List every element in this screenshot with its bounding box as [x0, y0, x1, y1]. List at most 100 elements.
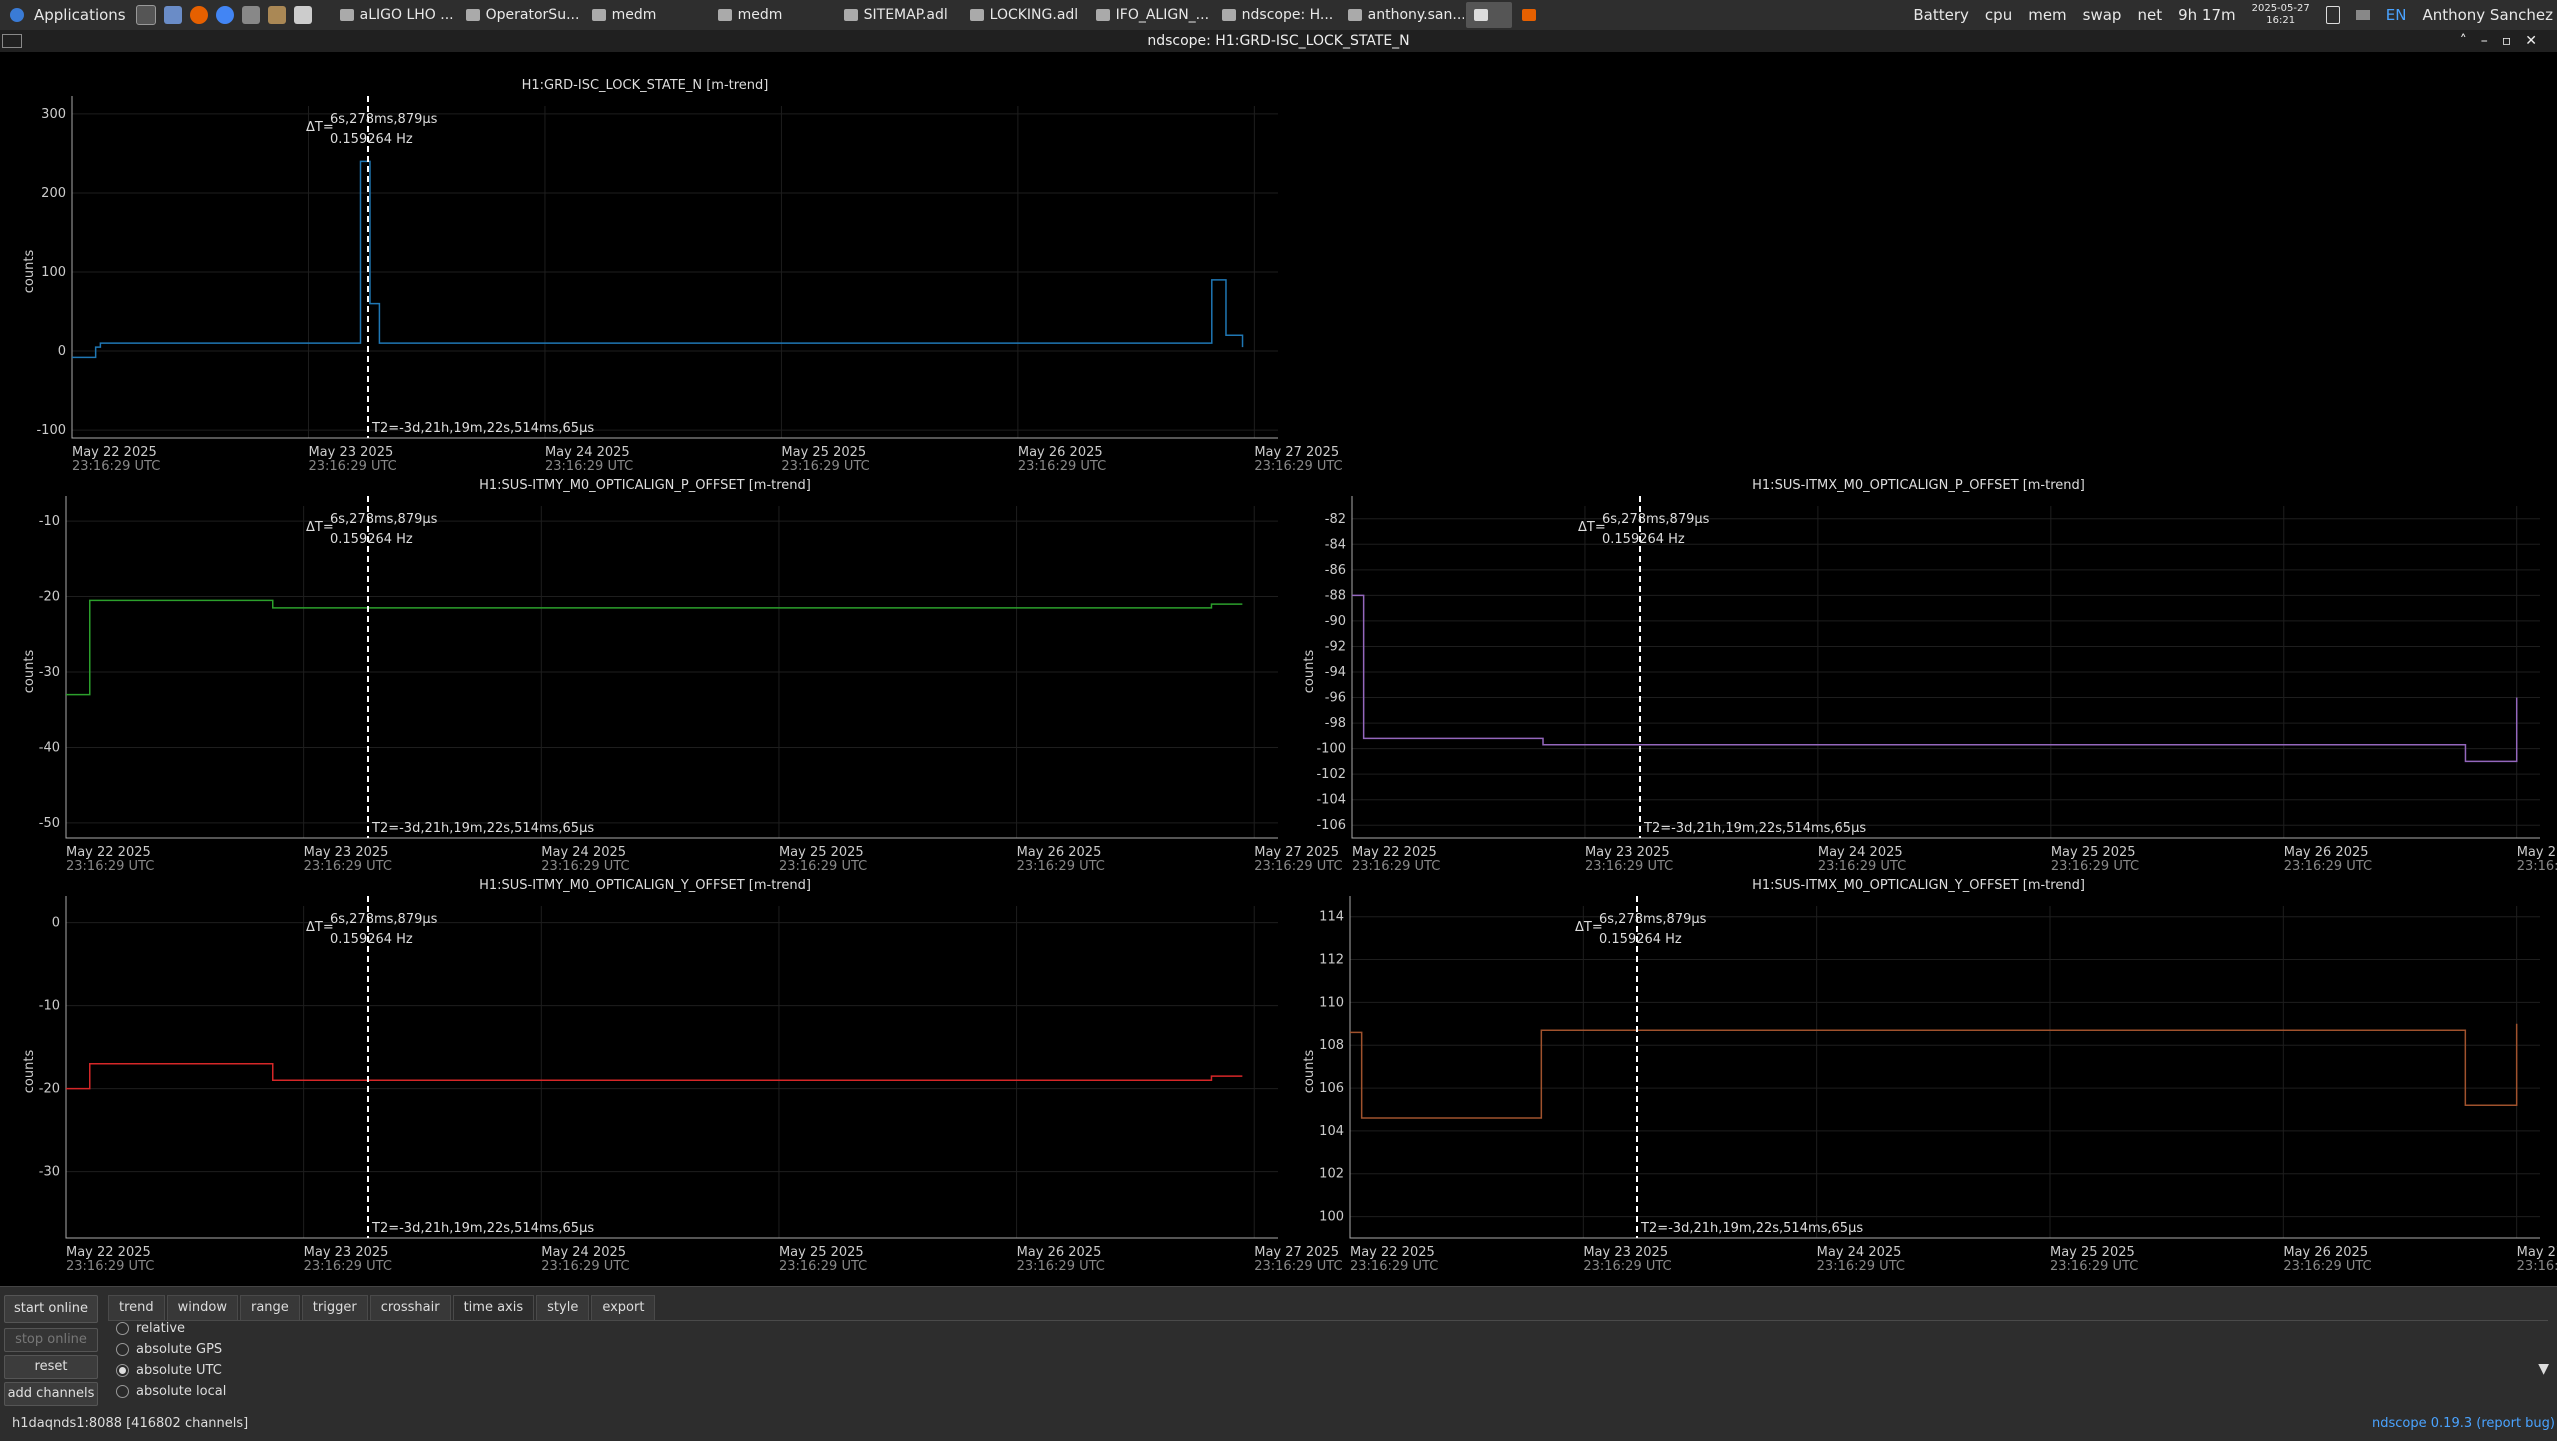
version-name[interactable]: ndscope	[2372, 1416, 2427, 1431]
taskbar-task[interactable]: IFO_ALIGN_...	[1088, 2, 1212, 28]
swap-indicator[interactable]: swap	[2083, 6, 2122, 24]
plot-2[interactable]: H1:SUS-ITMX_M0_OPTICALIGN_P_OFFSET [m-tr…	[1280, 478, 2557, 878]
stop-online-button[interactable]: stop online	[4, 1328, 98, 1352]
tab-crosshair[interactable]: crosshair	[369, 1295, 451, 1321]
tab-trigger[interactable]: trigger	[301, 1295, 368, 1321]
plot-3[interactable]: H1:SUS-ITMY_M0_OPTICALIGN_Y_OFFSET [m-tr…	[0, 878, 1343, 1278]
lang-indicator[interactable]: EN	[2386, 6, 2407, 24]
user-name[interactable]: Anthony Sanchez	[2422, 6, 2553, 24]
y-tick-label: -98	[1325, 716, 1346, 731]
y-tick-label: -106	[1316, 818, 1346, 833]
firefox-task-button[interactable]	[1514, 2, 1560, 28]
series-line	[1350, 1023, 2518, 1119]
radio-indicator[interactable]	[116, 1385, 129, 1398]
browser-icon[interactable]	[215, 6, 234, 24]
x-tick-date: May 24 2025	[1817, 1245, 1902, 1260]
tab-style[interactable]: style	[536, 1295, 590, 1321]
cpu-indicator[interactable]: cpu	[1985, 6, 2012, 24]
x-tick-time: 23:16:29 UTC	[1350, 1259, 1438, 1274]
radio-indicator[interactable]	[116, 1364, 129, 1377]
radio-label: absolute GPS	[136, 1342, 223, 1357]
people-icon[interactable]	[267, 6, 286, 24]
tab-export[interactable]: export	[591, 1295, 656, 1321]
network-icon[interactable]	[2355, 10, 2370, 20]
radio-absolute-local[interactable]: absolute local	[116, 1384, 226, 1399]
radio-indicator[interactable]	[116, 1343, 129, 1356]
y-tick-label: 100	[1319, 1210, 1344, 1225]
radio-absolute-GPS[interactable]: absolute GPS	[116, 1342, 222, 1357]
collapse-arrow-icon[interactable]: ▼	[2538, 1361, 2549, 1377]
axes	[1351, 496, 2540, 839]
taskbar-task[interactable]: LOCKING.adl	[962, 2, 1086, 28]
delta-t-value: 6s,278ms,879μs	[330, 512, 438, 527]
battery-indicator[interactable]: Battery	[1913, 6, 1969, 24]
radio-indicator[interactable]	[116, 1322, 129, 1335]
taskbar-task[interactable]: SITEMAP.adl	[836, 2, 960, 28]
x-tick-date: May 27 2025	[2517, 845, 2557, 860]
y-tick-label: -30	[39, 665, 60, 680]
taskbar-task[interactable]: ndscope: H...	[1214, 2, 1338, 28]
radio-absolute-UTC[interactable]: absolute UTC	[116, 1363, 222, 1378]
x-tick-time: 23:16:29 UTC	[304, 859, 392, 874]
plot-0[interactable]: H1:GRD-ISC_LOCK_STATE_N [m-trend] counts 3…	[0, 78, 1343, 478]
plot-canvas[interactable]: 3002001000-100May 22 202523:16:29 UTCMay…	[0, 78, 1343, 478]
x-tick-time: 23:16:29 UTC	[1818, 859, 1906, 874]
window-icon	[843, 9, 858, 21]
start-online-button[interactable]: start online	[4, 1295, 98, 1323]
reset-button[interactable]: reset	[4, 1355, 98, 1379]
editor-icon[interactable]	[293, 6, 312, 24]
terminal-icon[interactable]	[135, 5, 156, 25]
plot-canvas[interactable]: -82 -84 -86 -88 -90 -92 -94 -96 -98 -100 -102 -104 -…	[1280, 478, 2557, 878]
plot-1[interactable]: H1:SUS-ITMY_M0_OPTICALIGN_P_OFFSET [m-tr…	[0, 478, 1343, 878]
taskbar-task[interactable]: medm	[584, 2, 708, 28]
plot-canvas[interactable]: 114112110108106104102100May 22 202523:16…	[1280, 878, 2557, 1278]
window-controls[interactable]: ˄–▫✕	[2460, 30, 2551, 52]
taskbar-task[interactable]: aLIGO LHO ...	[332, 2, 456, 28]
clock[interactable]: 2025-05-27 16:21	[2252, 3, 2310, 27]
terminal-task-button[interactable]	[1465, 2, 1512, 28]
add-channels-button[interactable]: add channels	[4, 1382, 98, 1406]
terminal-icon	[1473, 9, 1488, 21]
version-info[interactable]: ndscope 0.19.3 (report bug)	[2372, 1416, 2555, 1431]
net-indicator[interactable]: net	[2137, 6, 2162, 24]
plot-canvas[interactable]: -10-20-30-40-50May 22 202523:16:29 UTCMa…	[0, 478, 1343, 878]
radio-label: absolute local	[136, 1384, 227, 1399]
y-tick-label: -94	[1325, 665, 1346, 680]
power-icon[interactable]	[2325, 6, 2340, 24]
plot-canvas[interactable]: 0-10-20-30May 22 202523:16:29 UTCMay 23 …	[0, 878, 1343, 1278]
plot-4[interactable]: H1:SUS-ITMX_M0_OPTICALIGN_Y_OFFSET [m-tr…	[1280, 878, 2557, 1278]
y-tick-label: -20	[39, 590, 60, 605]
taskbar-task[interactable]: OperatorSu...	[458, 2, 582, 28]
y-tick-label: 300	[41, 107, 66, 122]
x-tick-date: May 27 2025	[2517, 1245, 2557, 1260]
delta-t-value: 6s,278ms,879μs	[330, 112, 438, 127]
tab-window[interactable]: window	[166, 1295, 238, 1321]
firefox-icon[interactable]	[189, 6, 208, 24]
tab-range[interactable]: range	[239, 1295, 300, 1321]
radio-relative[interactable]: relative	[116, 1321, 185, 1336]
taskbar-task[interactable]: medm	[710, 2, 834, 28]
x-tick-time: 23:16:29 UTC	[1352, 859, 1440, 874]
x-tick-date: May 24 2025	[541, 1245, 626, 1260]
files-icon[interactable]	[163, 6, 182, 24]
y-tick-label: -90	[1325, 614, 1346, 629]
t2-label: T2=-3d,21h,19m,22s,514ms,65μs	[372, 1221, 595, 1236]
y-tick-label: 102	[1319, 1167, 1344, 1182]
taskbar-task[interactable]: anthony.san...	[1340, 2, 1464, 28]
x-tick-date: May 26 2025	[1018, 445, 1103, 460]
taskbar-task-label: SITEMAP.adl	[863, 7, 948, 23]
tab-trend[interactable]: trend	[108, 1295, 165, 1321]
applications-menu[interactable]: Applications	[0, 0, 132, 30]
window-icon	[1095, 9, 1110, 21]
t2-label: T2=-3d,21h,19m,22s,514ms,65μs	[372, 421, 595, 436]
mem-indicator[interactable]: mem	[2028, 6, 2066, 24]
control-tabs: trend window range trigger crosshair time axi…	[108, 1295, 657, 1321]
report-bug-link[interactable]: (report bug)	[2476, 1416, 2555, 1431]
share-icon[interactable]	[241, 6, 260, 24]
tab-time-axis[interactable]: time axis	[452, 1295, 535, 1321]
x-tick-time: 23:16:29 UTC	[2283, 1259, 2371, 1274]
window-menu-icon[interactable]	[2, 34, 22, 48]
y-tick-label: -96	[1325, 691, 1346, 706]
x-tick-date: May 25 2025	[2051, 845, 2136, 860]
version-number[interactable]: 0.19.3	[2431, 1416, 2472, 1431]
